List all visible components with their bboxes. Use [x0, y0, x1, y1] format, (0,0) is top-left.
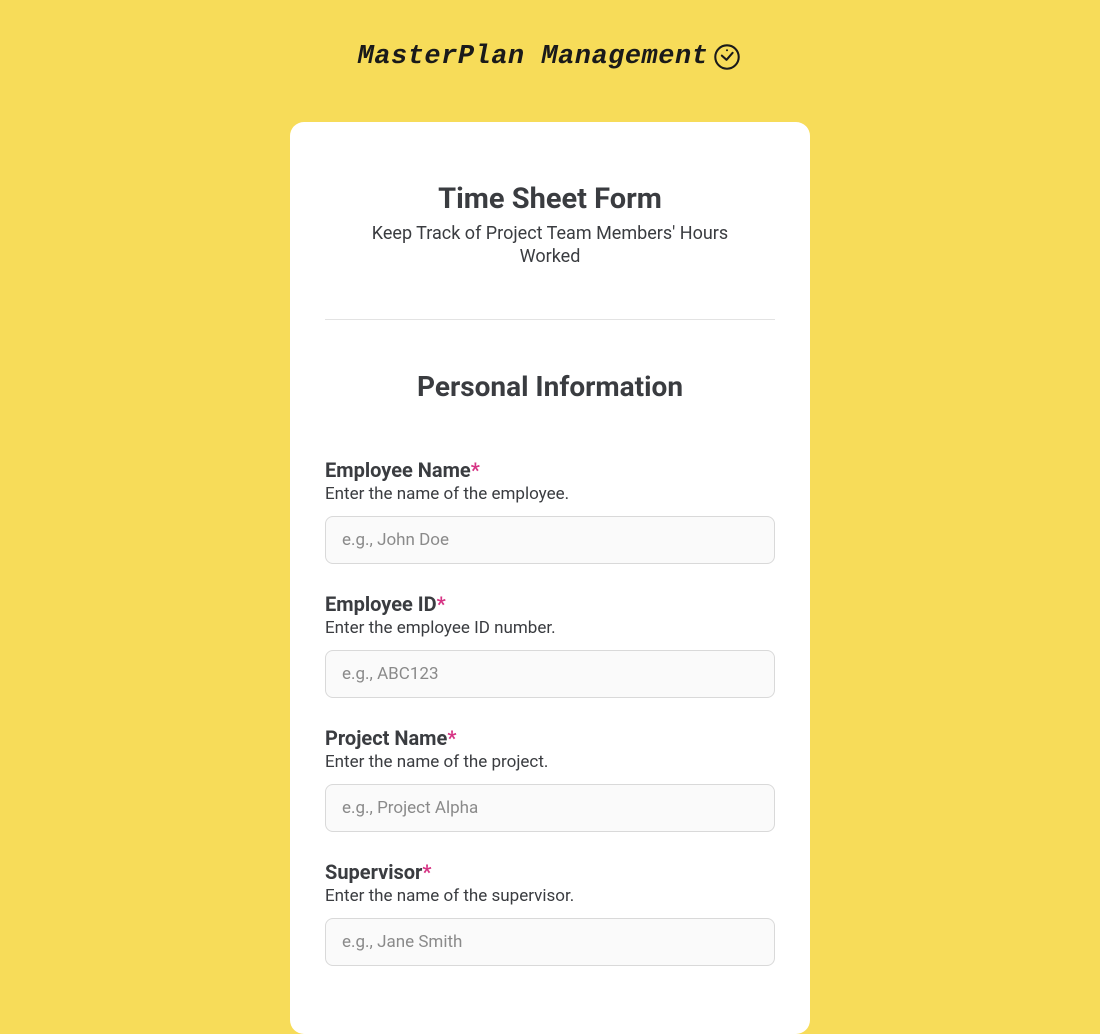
field-supervisor: Supervisor* Enter the name of the superv…: [325, 860, 775, 966]
required-mark: *: [471, 458, 480, 482]
field-project-name: Project Name* Enter the name of the proj…: [325, 726, 775, 832]
divider: [325, 319, 775, 320]
section-title: Personal Information: [325, 370, 775, 403]
brand-inner: MasterPlan Management: [358, 42, 743, 72]
label-text: Employee Name: [325, 458, 471, 482]
employee-id-input[interactable]: [325, 650, 775, 698]
project-name-label: Project Name*: [325, 726, 775, 750]
required-mark: *: [447, 726, 456, 750]
project-name-help: Enter the name of the project.: [325, 752, 775, 772]
clock-icon: [712, 42, 742, 72]
brand-title: MasterPlan Management: [358, 42, 709, 72]
project-name-input[interactable]: [325, 784, 775, 832]
label-text: Employee ID: [325, 592, 437, 616]
field-employee-name: Employee Name* Enter the name of the emp…: [325, 458, 775, 564]
employee-id-help: Enter the employee ID number.: [325, 618, 775, 638]
supervisor-input[interactable]: [325, 918, 775, 966]
employee-id-label: Employee ID*: [325, 592, 775, 616]
label-text: Project Name: [325, 726, 447, 750]
field-employee-id: Employee ID* Enter the employee ID numbe…: [325, 592, 775, 698]
form-card: Time Sheet Form Keep Track of Project Te…: [290, 122, 810, 1034]
supervisor-help: Enter the name of the supervisor.: [325, 886, 775, 906]
employee-name-label: Employee Name*: [325, 458, 775, 482]
required-mark: *: [437, 592, 446, 616]
employee-name-help: Enter the name of the employee.: [325, 484, 775, 504]
form-title: Time Sheet Form: [325, 182, 775, 216]
label-text: Supervisor: [325, 860, 422, 884]
brand-header: MasterPlan Management: [0, 0, 1100, 92]
supervisor-label: Supervisor*: [325, 860, 775, 884]
employee-name-input[interactable]: [325, 516, 775, 564]
form-subtitle: Keep Track of Project Team Members' Hour…: [350, 222, 750, 269]
required-mark: *: [422, 860, 431, 884]
